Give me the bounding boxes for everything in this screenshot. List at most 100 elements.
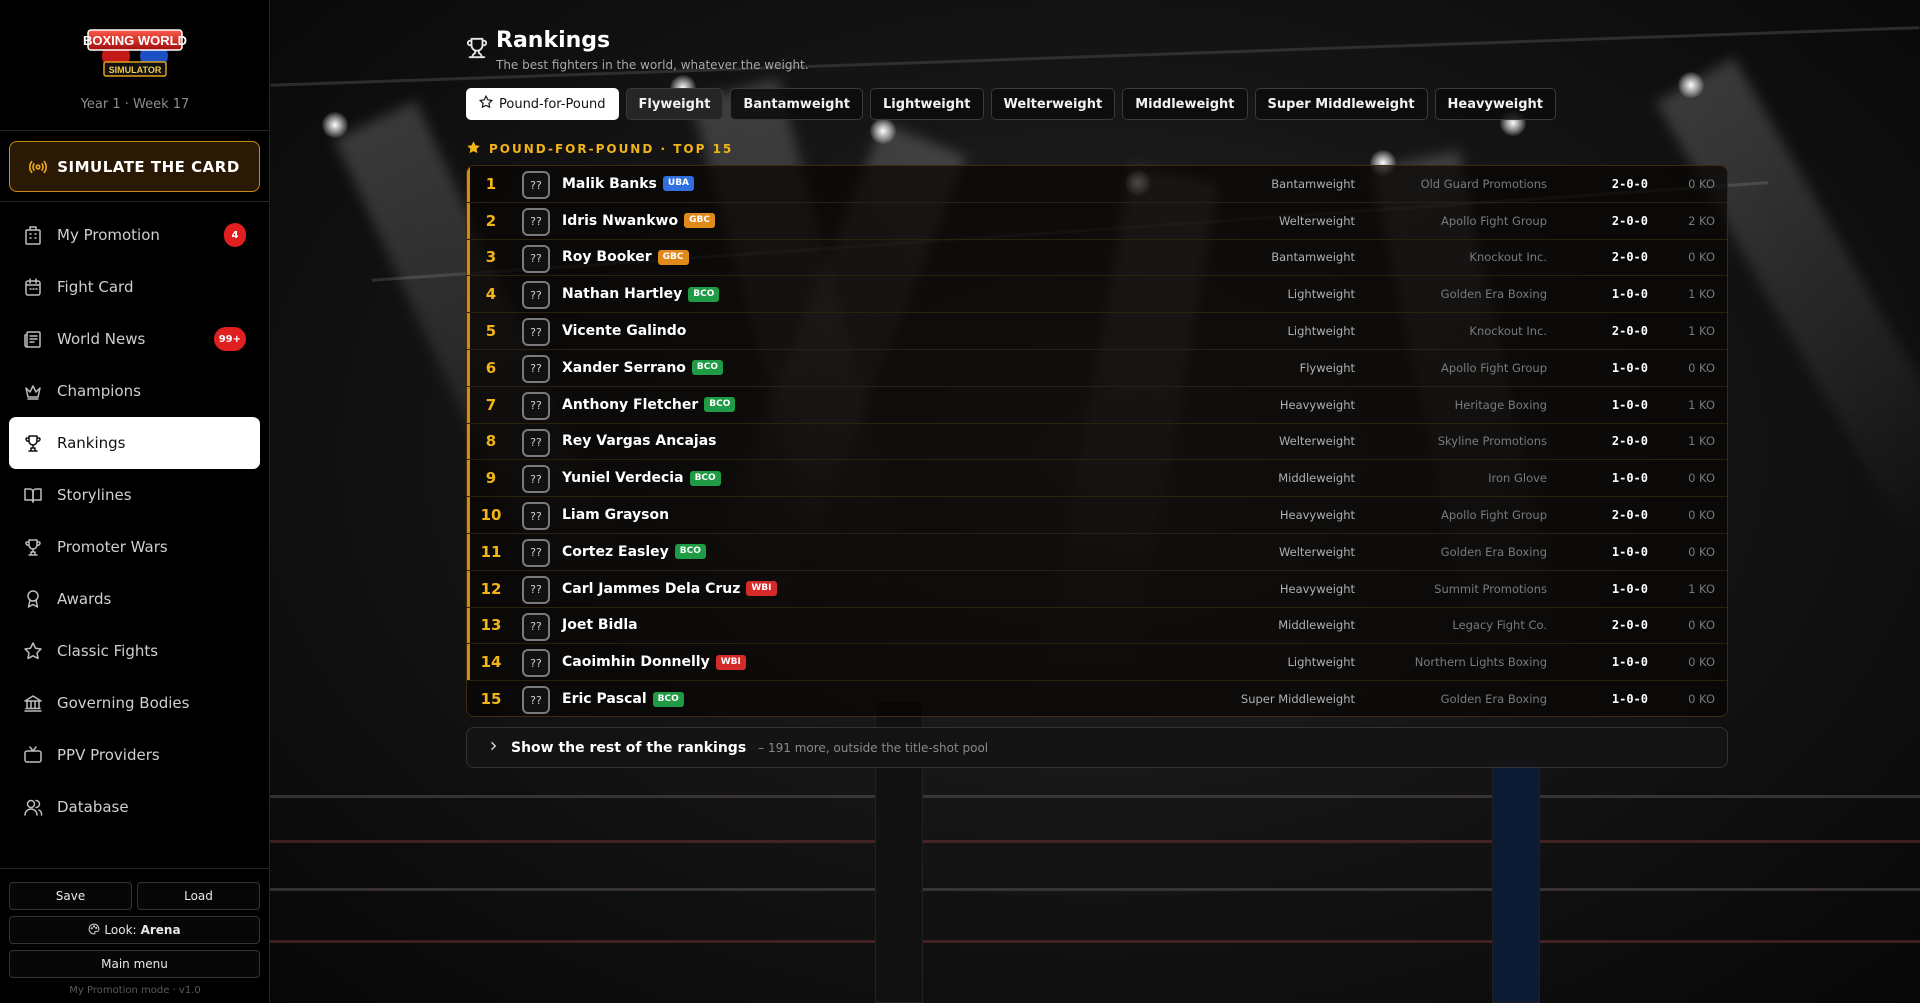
sidebar-item-world-news[interactable]: World News 99+ bbox=[9, 313, 260, 365]
ko-count: 0 KO bbox=[1688, 471, 1715, 486]
sidebar-item-governing-bodies[interactable]: Governing Bodies bbox=[9, 677, 260, 729]
table-row[interactable]: 2?? Idris Nwankwo GBC Welterweight Apollo Fi… bbox=[467, 203, 1727, 240]
rank-number: 3 bbox=[485, 248, 497, 267]
tab-super-middleweight[interactable]: Super Middleweight bbox=[1254, 88, 1428, 120]
org-badge: BCO bbox=[689, 470, 721, 486]
tab-label: Super Middleweight bbox=[1267, 96, 1415, 112]
fighter-name[interactable]: Nathan Hartley bbox=[562, 286, 682, 302]
fighter-name[interactable]: Cortez Easley bbox=[562, 544, 669, 560]
fighter-name[interactable]: Idris Nwankwo bbox=[562, 213, 678, 229]
sidebar-item-label: Promoter Wars bbox=[57, 538, 168, 556]
tab-heavyweight[interactable]: Heavyweight bbox=[1434, 88, 1557, 120]
sidebar-item-label: Database bbox=[57, 798, 129, 816]
version-label: My Promotion mode · v1.0 bbox=[69, 985, 201, 996]
sidebar-item-label: PPV Providers bbox=[57, 746, 160, 764]
table-row[interactable]: 4?? Nathan Hartley BCO Lightweight Golden Er… bbox=[467, 276, 1727, 314]
ko-count: 1 KO bbox=[1688, 287, 1715, 302]
org-badge: WBI bbox=[746, 581, 777, 597]
table-row[interactable]: 15?? Eric Pascal BCO Super Middleweight Gold… bbox=[467, 681, 1727, 716]
table-row[interactable]: 1?? Malik Banks UBA Bantamweight Old Guard P… bbox=[467, 166, 1727, 203]
weight-class: Bantamweight bbox=[1271, 250, 1355, 265]
main-menu-button[interactable]: Main menu bbox=[9, 950, 260, 978]
record: 1-0-0 bbox=[1611, 581, 1648, 596]
fighter-name[interactable]: Vicente Galindo bbox=[562, 323, 686, 339]
sidebar-item-awards[interactable]: Awards bbox=[9, 573, 260, 625]
table-row[interactable]: 11?? Cortez Easley BCO Welterweight Golden E… bbox=[467, 534, 1727, 571]
rank-number: 15 bbox=[480, 690, 502, 709]
fighter-name[interactable]: Carl Jammes Dela Cruz bbox=[562, 581, 740, 597]
star-icon bbox=[466, 140, 481, 158]
record: 1-0-0 bbox=[1611, 397, 1648, 412]
fighter-name[interactable]: Eric Pascal bbox=[562, 691, 647, 707]
table-row[interactable]: 12?? Carl Jammes Dela Cruz WBI Heavyweight S… bbox=[467, 571, 1727, 608]
tab-lightweight[interactable]: Lightweight bbox=[869, 88, 984, 120]
notification-badge: 99+ bbox=[213, 327, 246, 351]
fighter-name[interactable]: Yuniel Verdecia bbox=[562, 470, 684, 486]
table-row[interactable]: 8?? Rey Vargas Ancajas Welterweight Skyline… bbox=[467, 424, 1727, 461]
table-row[interactable]: 9?? Yuniel Verdecia BCO Middleweight Iron Gl… bbox=[467, 460, 1727, 498]
simulate-card-label: SIMULATE THE CARD bbox=[57, 157, 240, 176]
award-icon bbox=[27, 590, 39, 608]
fighter-name[interactable]: Caoimhin Donnelly bbox=[562, 654, 710, 670]
sidebar-item-classic-fights[interactable]: Classic Fights bbox=[9, 625, 260, 677]
org-badge: BCO bbox=[674, 544, 706, 560]
fighter-avatar: ?? bbox=[522, 649, 550, 678]
table-row[interactable]: 7?? Anthony Fletcher BCO Heavyweight Heritag… bbox=[467, 387, 1727, 424]
trophy-icon bbox=[25, 435, 41, 452]
fighter-name[interactable]: Liam Grayson bbox=[562, 507, 669, 523]
weight-class: Super Middleweight bbox=[1240, 692, 1355, 707]
save-button[interactable]: Save bbox=[9, 882, 132, 910]
promoter: Apollo Fight Group bbox=[1440, 360, 1547, 375]
show-rest-rankings-button[interactable]: Show the rest of the rankings – 191 more… bbox=[466, 727, 1728, 768]
sidebar-item-promoter-wars[interactable]: Promoter Wars bbox=[9, 521, 260, 573]
fighter-name[interactable]: Malik Banks bbox=[562, 176, 657, 192]
book-icon bbox=[24, 488, 42, 503]
tab-welterweight[interactable]: Welterweight bbox=[990, 88, 1116, 120]
sidebar: BOXING WORLD SIMULATOR Year 1 · Week 17 … bbox=[0, 0, 270, 1003]
ko-count: 0 KO bbox=[1688, 655, 1715, 670]
fighter-name[interactable]: Joet Bidla bbox=[562, 617, 638, 633]
fighter-name[interactable]: Rey Vargas Ancajas bbox=[562, 433, 717, 449]
page-title: Rankings bbox=[496, 28, 611, 53]
fighter-name[interactable]: Anthony Fletcher bbox=[562, 397, 698, 413]
sidebar-item-label: Fight Card bbox=[57, 278, 134, 296]
fighter-name[interactable]: Roy Booker bbox=[562, 249, 652, 265]
sidebar-item-ppv-providers[interactable]: PPV Providers bbox=[9, 729, 260, 781]
fighter-avatar: ?? bbox=[522, 318, 550, 347]
fighter-avatar: ?? bbox=[522, 428, 550, 457]
fighter-avatar: ?? bbox=[522, 575, 550, 604]
sidebar-item-fight-card[interactable]: Fight Card bbox=[9, 261, 260, 313]
tab-flyweight[interactable]: Flyweight bbox=[625, 88, 724, 120]
look-toggle-button[interactable]: Look: Arena bbox=[9, 916, 260, 944]
table-row[interactable]: 14?? Caoimhin Donnelly WBI Lightweight North… bbox=[467, 644, 1727, 682]
tab-label: Welterweight bbox=[1003, 96, 1103, 112]
table-row[interactable]: 3?? Roy Booker GBC Bantamweight Knockout Inc… bbox=[467, 240, 1727, 277]
ko-count: 1 KO bbox=[1688, 324, 1715, 339]
sidebar-item-my-promotion[interactable]: My Promotion 4 bbox=[9, 209, 260, 261]
sidebar-item-champions[interactable]: Champions bbox=[9, 365, 260, 417]
tab-pound-for-pound[interactable]: Pound-for-Pound bbox=[466, 88, 619, 120]
sidebar-item-label: World News bbox=[57, 330, 146, 348]
fighter-avatar: ?? bbox=[522, 244, 550, 273]
sidebar-item-rankings[interactable]: Rankings bbox=[9, 417, 260, 469]
ko-count: 2 KO bbox=[1688, 213, 1715, 228]
table-row[interactable]: 10?? Liam Grayson Heavyweight Apollo Fight … bbox=[467, 497, 1727, 534]
table-row[interactable]: 5?? Vicente Galindo Lightweight Knockout In… bbox=[467, 313, 1727, 350]
promoter: Skyline Promotions bbox=[1437, 434, 1547, 449]
rankings-table: 1?? Malik Banks UBA Bantamweight Old Guard P… bbox=[466, 165, 1728, 717]
tab-label: Bantamweight bbox=[743, 96, 850, 112]
sidebar-item-database[interactable]: Database bbox=[9, 781, 260, 833]
promoter: Knockout Inc. bbox=[1469, 250, 1547, 265]
fighter-name[interactable]: Xander Serrano bbox=[562, 360, 686, 376]
tab-middleweight[interactable]: Middleweight bbox=[1122, 88, 1248, 120]
promoter: Iron Glove bbox=[1488, 471, 1547, 486]
simulate-card-button[interactable]: SIMULATE THE CARD bbox=[9, 141, 260, 192]
promoter: Heritage Boxing bbox=[1454, 397, 1547, 412]
boxing-world-simulator-logo[interactable]: BOXING WORLD SIMULATOR bbox=[82, 18, 188, 90]
record: 2-0-0 bbox=[1611, 434, 1648, 449]
load-button[interactable]: Load bbox=[137, 882, 260, 910]
table-row[interactable]: 6?? Xander Serrano BCO Flyweight Apollo Figh… bbox=[467, 350, 1727, 387]
tab-bantamweight[interactable]: Bantamweight bbox=[730, 88, 863, 120]
sidebar-item-storylines[interactable]: Storylines bbox=[9, 469, 260, 521]
table-row[interactable]: 13?? Joet Bidla Middleweight Legacy Fight C… bbox=[467, 608, 1727, 645]
